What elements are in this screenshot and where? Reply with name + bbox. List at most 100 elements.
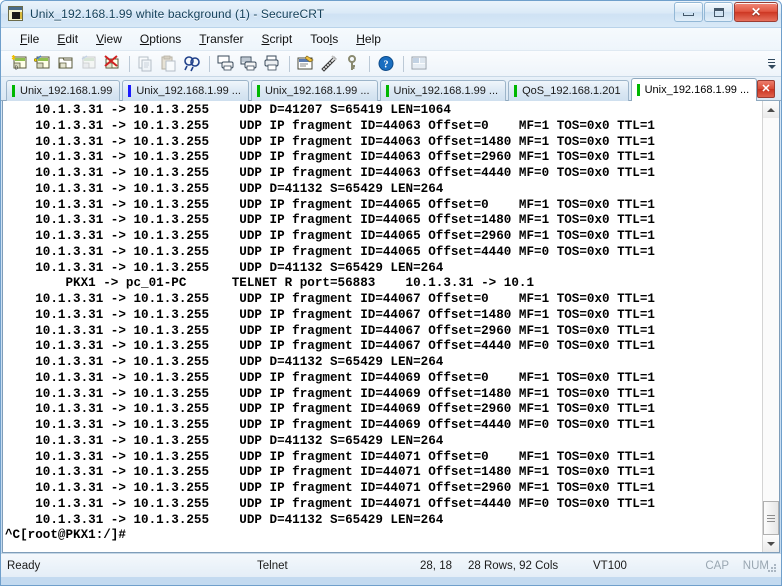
help-icon[interactable]: ? (375, 53, 397, 75)
terminal-line: 10.1.3.31 -> 10.1.3.255 UDP IP fragment … (5, 244, 655, 259)
log-session-icon[interactable] (238, 53, 260, 75)
tab-status-indicator-icon (636, 84, 640, 96)
tab-status-indicator-icon (385, 85, 389, 97)
arrange-icon[interactable] (409, 53, 431, 75)
terminal-output[interactable]: 10.1.3.31 -> 10.1.3.255 UDP D=41207 S=65… (3, 101, 762, 552)
terminal-line: 10.1.3.31 -> 10.1.3.255 UDP IP fragment … (5, 134, 655, 149)
close-icon: ✕ (750, 5, 762, 19)
toolbar: D ? (1, 51, 781, 77)
tab-status-indicator-icon (514, 85, 518, 97)
scroll-up-button[interactable] (763, 101, 779, 118)
menu-file[interactable]: File (11, 30, 48, 48)
terminal-line: 10.1.3.31 -> 10.1.3.255 UDP D=41132 S=65… (5, 355, 444, 369)
terminal-line: 10.1.3.31 -> 10.1.3.255 UDP IP fragment … (5, 213, 655, 228)
status-protocol: Telnet (257, 559, 288, 572)
session-tab-4[interactable]: Unix_192.168.1.99 ... (379, 80, 507, 101)
menu-bar: File Edit View Options Transfer Script T… (1, 28, 781, 51)
maximize-button[interactable] (704, 2, 733, 22)
copy-icon[interactable] (135, 53, 157, 75)
menu-script[interactable]: Script (253, 30, 302, 48)
terminal-line: 10.1.3.31 -> 10.1.3.255 UDP IP fragment … (5, 323, 655, 338)
terminal-line: 10.1.3.31 -> 10.1.3.255 UDP IP fragment … (5, 118, 655, 133)
terminal-line: 10.1.3.31 -> 10.1.3.255 UDP IP fragment … (5, 449, 655, 464)
scrollbar-track[interactable] (763, 118, 779, 535)
terminal-line: 10.1.3.31 -> 10.1.3.255 UDP D=41132 S=65… (5, 433, 444, 448)
disconnect-icon[interactable] (101, 53, 123, 75)
menu-tools[interactable]: Tools (301, 30, 347, 48)
session-tab-3[interactable]: Unix_192.168.1.99 ... (250, 80, 378, 101)
toolbar-separator (129, 55, 130, 72)
terminal-line: 10.1.3.31 -> 10.1.3.255 UDP D=41132 S=65… (5, 181, 444, 196)
svg-text:D: D (15, 66, 18, 72)
session-options-icon[interactable] (295, 53, 317, 75)
menu-options[interactable]: Options (131, 30, 190, 48)
connect-sftp-icon[interactable] (32, 53, 54, 75)
status-ready-text: Ready (7, 559, 41, 572)
session-tab-5[interactable]: QoS_192.168.1.201 (508, 80, 629, 101)
key-icon[interactable] (341, 53, 363, 75)
close-button[interactable]: ✕ (734, 2, 778, 22)
global-options-icon[interactable] (318, 53, 340, 75)
terminal-line: 10.1.3.31 -> 10.1.3.255 UDP D=41132 S=65… (5, 512, 444, 527)
reconnect-icon[interactable] (78, 53, 100, 75)
maximize-icon (713, 7, 724, 17)
minimize-button[interactable] (674, 2, 703, 22)
scroll-down-button[interactable] (763, 535, 779, 552)
session-tab-bar: Unix_192.168.1.99 Unix_192.168.1.99 ... … (1, 77, 781, 101)
terminal-line: 10.1.3.31 -> 10.1.3.255 UDP IP fragment … (5, 307, 655, 322)
scrollbar-grip-icon (767, 513, 775, 524)
session-tab-label: Unix_192.168.1.99 ... (644, 84, 750, 96)
session-tab-2[interactable]: Unix_192.168.1.99 ... (122, 80, 249, 101)
terminal-line: 10.1.3.31 -> 10.1.3.255 UDP D=41207 S=65… (5, 103, 451, 117)
status-emulation: VT100 (593, 559, 627, 572)
tab-status-indicator-icon (256, 85, 260, 97)
resize-grip-icon[interactable] (766, 562, 778, 574)
print-icon[interactable] (261, 53, 283, 75)
session-tab-1[interactable]: Unix_192.168.1.99 (6, 80, 121, 101)
tab-status-indicator-icon (128, 85, 132, 97)
securecrt-window: Unix_192.168.1.99 white background (1) -… (0, 0, 782, 586)
status-num-lock: NUM (742, 559, 769, 572)
tab-close-icon: ✕ (761, 82, 771, 95)
tab-close-button[interactable]: ✕ (757, 80, 775, 98)
terminal-line: ^C[root@PKX1:/]# (5, 528, 126, 543)
minimize-icon (683, 12, 694, 16)
session-tab-label: QoS_192.168.1.201 (522, 85, 621, 97)
terminal-area: 10.1.3.31 -> 10.1.3.255 UDP D=41207 S=65… (2, 101, 780, 553)
window-controls: ✕ (674, 2, 778, 22)
terminal-line: 10.1.3.31 -> 10.1.3.255 UDP IP fragment … (5, 386, 655, 401)
session-tab-label: Unix_192.168.1.99 ... (136, 85, 241, 97)
terminal-line: 10.1.3.31 -> 10.1.3.255 UDP D=41132 S=65… (5, 260, 444, 275)
find-icon[interactable] (181, 53, 203, 75)
session-tab-label: Unix_192.168.1.99 (20, 85, 113, 97)
paste-icon[interactable] (158, 53, 180, 75)
clone-session-icon[interactable] (55, 53, 77, 75)
toolbar-separator (289, 55, 290, 72)
terminal-line: 10.1.3.31 -> 10.1.3.255 UDP IP fragment … (5, 197, 655, 212)
menu-edit[interactable]: Edit (48, 30, 87, 48)
toolbar-separator (369, 55, 370, 72)
scrollbar-thumb[interactable] (763, 501, 779, 535)
toolbar-overflow-button[interactable] (766, 54, 777, 74)
terminal-line: 10.1.3.31 -> 10.1.3.255 UDP IP fragment … (5, 370, 655, 385)
status-dimensions: 28 Rows, 92 Cols (468, 559, 559, 572)
terminal-line: 10.1.3.31 -> 10.1.3.255 UDP IP fragment … (5, 418, 655, 432)
status-cursor-position: 28, 18 (420, 559, 452, 572)
chevron-up-icon (767, 107, 775, 112)
toolbar-separator (209, 55, 210, 72)
menu-view[interactable]: View (87, 30, 131, 48)
terminal-line: 10.1.3.31 -> 10.1.3.255 UDP IP fragment … (5, 481, 655, 495)
terminal-line: 10.1.3.31 -> 10.1.3.255 UDP IP fragment … (5, 150, 655, 165)
session-tab-6-active[interactable]: Unix_192.168.1.99 ... (630, 78, 758, 101)
terminal-line: 10.1.3.31 -> 10.1.3.255 UDP IP fragment … (5, 465, 655, 480)
terminal-line: 10.1.3.31 -> 10.1.3.255 UDP IP fragment … (5, 339, 655, 354)
toolbar-separator (403, 55, 404, 72)
menu-help[interactable]: Help (347, 30, 390, 48)
print-screen-icon[interactable] (215, 53, 237, 75)
terminal-vertical-scrollbar[interactable] (762, 101, 779, 552)
svg-text:?: ? (384, 60, 389, 71)
terminal-line: 10.1.3.31 -> 10.1.3.255 UDP IP fragment … (5, 229, 655, 243)
terminal-line: 10.1.3.31 -> 10.1.3.255 UDP IP fragment … (5, 292, 655, 306)
new-session-icon[interactable]: D (9, 53, 31, 75)
menu-transfer[interactable]: Transfer (190, 30, 252, 48)
